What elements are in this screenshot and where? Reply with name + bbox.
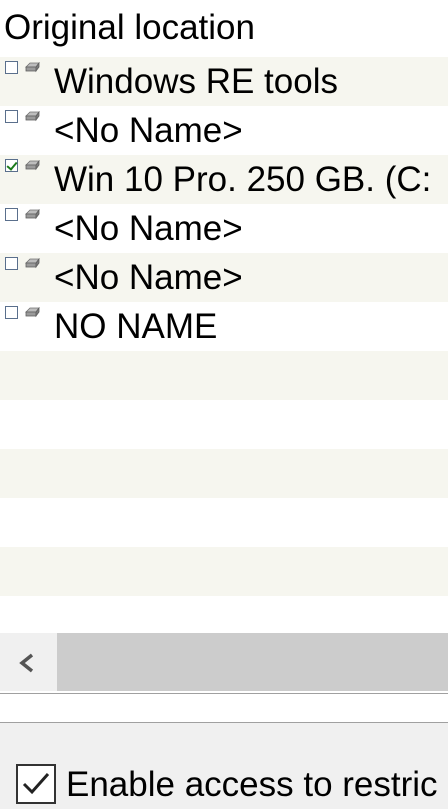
column-header-label: Original location — [4, 8, 255, 47]
row-checkbox[interactable] — [5, 159, 18, 172]
enable-access-label[interactable]: Enable access to restric — [66, 765, 438, 805]
row-label: <No Name> — [54, 111, 243, 150]
drive-list: Windows RE tools <No Name> Win 10 Pro. 2… — [0, 57, 448, 596]
row-checkbox[interactable] — [5, 110, 18, 123]
row-checkbox[interactable] — [5, 257, 18, 270]
chevron-left-icon — [19, 653, 34, 673]
empty-row — [0, 498, 448, 547]
row-label: <No Name> — [54, 209, 243, 248]
drive-icon — [25, 62, 40, 73]
list-item[interactable]: NO NAME — [0, 302, 448, 351]
list-item[interactable]: <No Name> — [0, 253, 448, 302]
list-item[interactable]: Windows RE tools — [0, 57, 448, 106]
empty-row — [0, 400, 448, 449]
enable-access-checkbox[interactable] — [16, 764, 56, 804]
options-panel: Enable access to restric — [0, 723, 448, 809]
list-item[interactable]: <No Name> — [0, 204, 448, 253]
drive-icon — [25, 209, 40, 220]
row-label: <No Name> — [54, 258, 243, 297]
empty-row — [0, 351, 448, 400]
row-label: Win 10 Pro. 250 GB. (C: — [54, 160, 432, 199]
drive-icon — [25, 307, 40, 318]
row-label: Windows RE tools — [54, 62, 338, 101]
divider — [0, 693, 448, 694]
checkmark-icon — [22, 773, 50, 795]
list-item[interactable]: Win 10 Pro. 250 GB. (C: — [0, 155, 448, 204]
row-label: NO NAME — [54, 307, 218, 346]
drive-icon — [25, 258, 40, 269]
drive-icon — [25, 111, 40, 122]
horizontal-scrollbar[interactable] — [0, 633, 448, 691]
row-checkbox[interactable] — [5, 306, 18, 319]
drive-icon — [25, 160, 40, 171]
list-item[interactable]: <No Name> — [0, 106, 448, 155]
empty-row — [0, 449, 448, 498]
scroll-left-button[interactable] — [0, 633, 57, 691]
row-checkbox[interactable] — [5, 61, 18, 74]
empty-row — [0, 547, 448, 596]
row-checkbox[interactable] — [5, 208, 18, 221]
column-header[interactable]: Original location — [0, 0, 448, 57]
